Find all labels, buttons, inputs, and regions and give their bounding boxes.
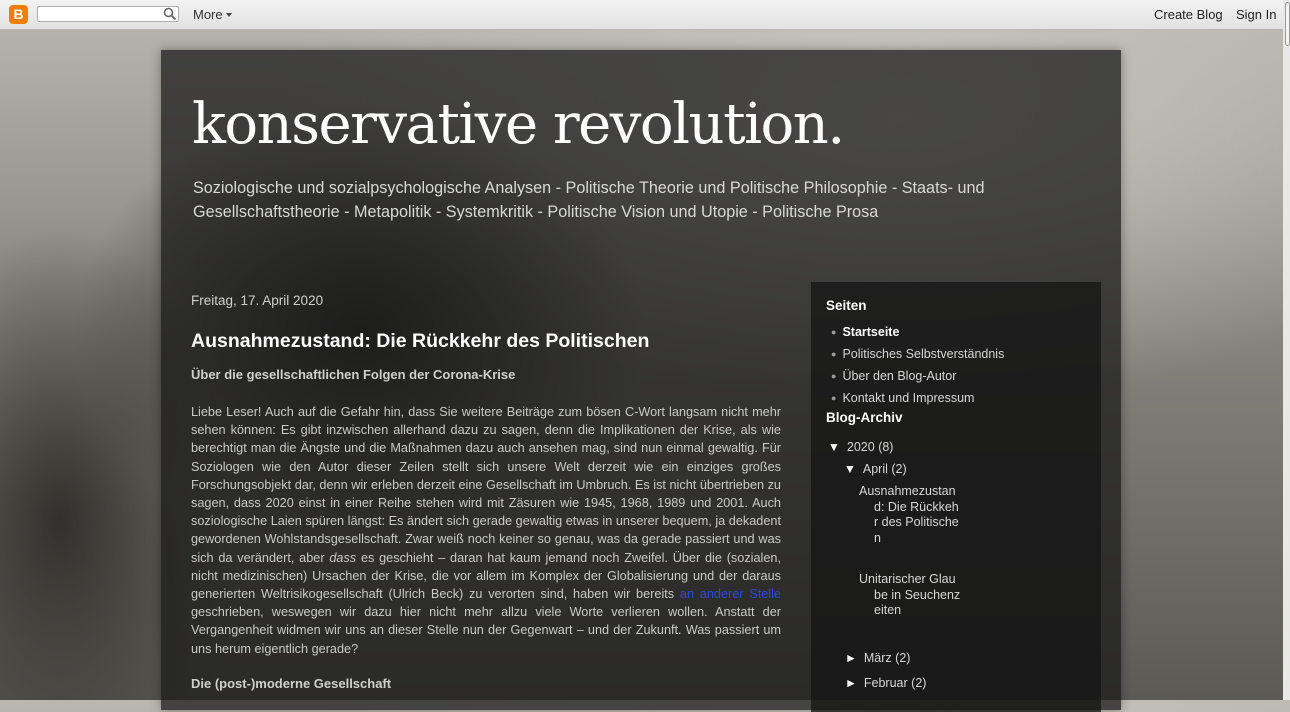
scrollbar-track[interactable]	[1283, 0, 1290, 700]
post-body: Liebe Leser! Auch auf die Gefahr hin, da…	[191, 403, 781, 658]
more-label: More	[193, 7, 223, 22]
blogger-navbar: B More Create Blog Sign In	[0, 0, 1283, 30]
bullet-icon: ●	[831, 371, 837, 381]
archive-month-label[interactable]: April	[863, 462, 888, 476]
sign-in-link[interactable]: Sign In	[1236, 7, 1276, 22]
archive-month-count: (2)	[911, 676, 927, 690]
post-body-text-3: geschrieben, weswegen wir dazu hier nich…	[191, 605, 781, 656]
collapse-toggle-icon[interactable]: ▼	[844, 462, 856, 476]
scrollbar-thumb[interactable]	[1285, 2, 1290, 46]
page-link-kontakt[interactable]: ● Kontakt und Impressum	[831, 391, 974, 405]
bullet-icon: ●	[831, 327, 837, 337]
search-icon[interactable]	[163, 7, 177, 21]
bullet-icon: ●	[831, 393, 837, 403]
archive-month-april[interactable]: ▼ April (2)	[844, 462, 907, 476]
post-body-text-1: Liebe Leser! Auch auf die Gefahr hin, da…	[191, 405, 781, 565]
blog-search-input[interactable]	[37, 6, 179, 22]
page-link-selbstverstaendnis[interactable]: ● Politisches Selbstverständnis	[831, 347, 1004, 361]
page-link-startseite[interactable]: ● Startseite	[831, 325, 899, 339]
collapse-toggle-icon[interactable]: ▼	[828, 440, 840, 454]
archive-month-count: (2)	[891, 462, 907, 476]
expand-toggle-icon[interactable]: ►	[845, 651, 857, 665]
pages-heading: Seiten	[826, 298, 867, 313]
archive-month-label[interactable]: Februar	[864, 676, 908, 690]
post-section-heading: Die (post-)moderne Gesellschaft	[191, 676, 392, 691]
blog-description: Soziologische und sozialpsychologische A…	[193, 179, 985, 221]
bullet-icon: ●	[831, 349, 837, 359]
post-title[interactable]: Ausnahmezustand: Die Rückkehr des Politi…	[191, 330, 649, 353]
post-date: Freitag, 17. April 2020	[191, 293, 324, 308]
archive-month-februar[interactable]: ► Februar (2)	[845, 676, 926, 690]
post-subtitle: Über die gesellschaftlichen Folgen der C…	[191, 367, 516, 382]
archive-month-label[interactable]: März	[864, 651, 892, 665]
archive-year-count: (8)	[878, 440, 894, 454]
other-post-link[interactable]: an anderer Stelle	[680, 587, 781, 601]
blog-title[interactable]: konservative revolution.	[192, 92, 845, 157]
archive-year-label[interactable]: 2020	[847, 440, 875, 454]
archive-year-2020[interactable]: ▼ 2020 (8)	[828, 440, 893, 454]
caret-down-icon	[225, 13, 232, 17]
archive-month-count: (2)	[895, 651, 911, 665]
expand-toggle-icon[interactable]: ►	[845, 676, 857, 690]
more-menu-button[interactable]: More	[193, 7, 232, 22]
page-link-blog-autor[interactable]: ● Über den Blog-Autor	[831, 369, 956, 383]
archive-post-link[interactable]: Unitarischer Glaube in Seuchenzeiten	[859, 572, 962, 619]
archive-month-maerz[interactable]: ► März (2)	[845, 651, 910, 665]
create-blog-link[interactable]: Create Blog	[1154, 7, 1223, 22]
archive-heading: Blog-Archiv	[826, 410, 903, 425]
post-body-emphasis: dass	[329, 550, 357, 565]
blogger-logo-icon[interactable]: B	[9, 5, 28, 24]
archive-post-link[interactable]: Ausnahmezustand: Die Rückkehr des Politi…	[859, 484, 962, 546]
